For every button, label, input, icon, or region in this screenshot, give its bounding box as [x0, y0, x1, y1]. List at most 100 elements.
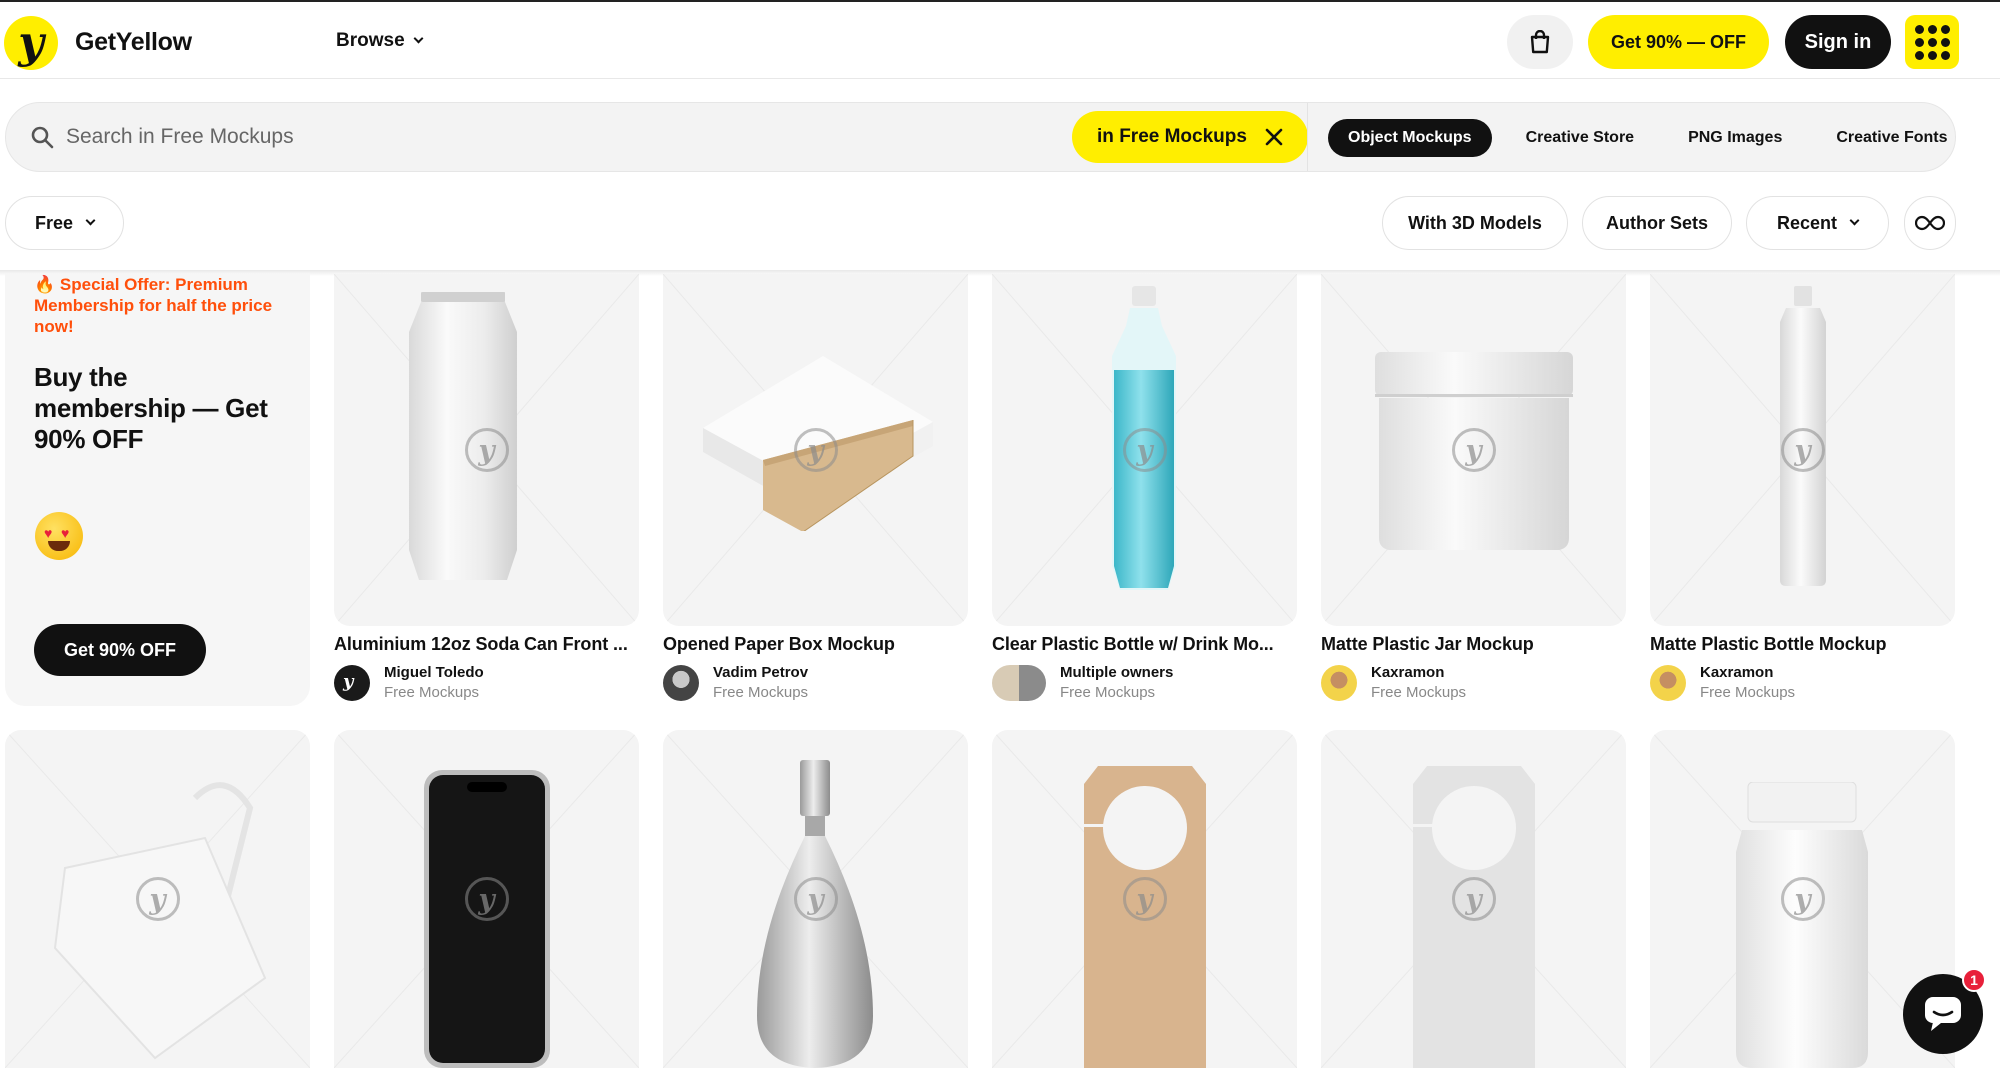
author-name[interactable]: Kaxramon [1371, 663, 1466, 683]
mockup-card[interactable]: y Matte Plastic Jar Mockup Kaxramon Free… [1321, 274, 1626, 703]
mockup-thumbnail[interactable]: y [1650, 274, 1955, 626]
mockup-card[interactable]: y Opened Paper Box Mockup Vadim Petrov F… [663, 274, 968, 703]
scope-label: in Free Mockups [1097, 126, 1247, 147]
price-filter-dropdown[interactable]: Free [5, 196, 124, 250]
mockup-title[interactable]: Aluminium 12oz Soda Can Front ... [334, 634, 639, 655]
watermark-icon: y [793, 428, 838, 472]
watermark-icon: y [464, 877, 509, 921]
mockup-card[interactable]: y [663, 730, 968, 1068]
browse-label: Browse [336, 30, 405, 51]
watermark-icon: y [1451, 428, 1496, 472]
brand-name[interactable]: GetYellow [75, 28, 192, 57]
sort-label: Recent [1776, 212, 1838, 233]
author-sets-filter[interactable]: Author Sets [1582, 196, 1732, 250]
watermark-icon: y [1122, 877, 1167, 921]
mockup-thumbnail[interactable]: y [663, 274, 968, 626]
mockup-card[interactable]: y [992, 730, 1297, 1068]
mockup-card[interactable]: y Aluminium 12oz Soda Can Front ... y Mi… [334, 274, 639, 703]
watermark-icon: y [1780, 877, 1825, 921]
author-name[interactable]: Kaxramon [1700, 663, 1795, 683]
price-filter-label: Free [34, 212, 74, 233]
author-source: Free Mockups [713, 684, 809, 701]
mockup-thumbnail[interactable]: y [992, 730, 1297, 1068]
author-info[interactable]: Multiple owners Free Mockups [992, 663, 1297, 703]
mockup-title[interactable]: Clear Plastic Bottle w/ Drink Mo... [992, 634, 1297, 655]
mockup-thumbnail[interactable]: y [5, 730, 310, 1068]
mockup-card[interactable]: y [5, 730, 310, 1068]
author-info[interactable]: Kaxramon Free Mockups [1650, 663, 1955, 703]
apps-menu-button[interactable] [1905, 15, 1959, 69]
fire-icon: 🔥 [34, 275, 56, 294]
author-avatar[interactable] [992, 665, 1046, 701]
mockup-thumbnail[interactable]: y [1321, 730, 1626, 1068]
mockup-title[interactable]: Matte Plastic Bottle Mockup [1650, 634, 1955, 655]
browse-menu[interactable]: Browse [336, 30, 424, 52]
mockup-thumbnail[interactable]: y [663, 730, 968, 1068]
tab-object-mockups[interactable]: Object Mockups [1328, 119, 1492, 157]
mockup-thumbnail[interactable]: y [992, 274, 1297, 626]
special-offer-label: Special Offer: Premium Membership for ha… [34, 275, 273, 336]
author-source: Free Mockups [1060, 684, 1156, 701]
divider [1307, 103, 1308, 171]
mockup-card[interactable]: y Matte Plastic Bottle Mockup Kaxramon F… [1650, 274, 1955, 703]
sign-in-button[interactable]: Sign in [1785, 15, 1891, 69]
mockup-thumbnail[interactable]: y [334, 730, 639, 1068]
watermark-icon: y [1122, 428, 1167, 472]
notification-badge: 1 [1962, 968, 1986, 992]
watermark-icon: y [1451, 877, 1496, 921]
search-icon [31, 126, 54, 149]
author-name[interactable]: Multiple owners [1060, 663, 1173, 683]
tab-png-images[interactable]: PNG Images [1668, 119, 1802, 157]
top-header: y GetYellow Browse Get 90% — OFF Sign in [0, 0, 2000, 79]
author-avatar[interactable] [663, 665, 699, 701]
promo-card: 🔥 Special Offer: Premium Membership for … [5, 274, 310, 706]
promo-headline: Buy the membership — Get 90% OFF [34, 362, 268, 454]
chevron-down-icon [85, 215, 96, 225]
heart-eyes-emoji-icon: ♥ ♥ [35, 512, 83, 560]
author-avatar[interactable] [1650, 665, 1686, 701]
mockup-card[interactable]: y [334, 730, 639, 1068]
cart-button[interactable] [1507, 15, 1573, 69]
search-input[interactable] [66, 117, 966, 157]
category-tabs: Object Mockups Creative Store PNG Images… [1328, 119, 1981, 157]
watermark-icon: y [464, 428, 509, 472]
pill-bottle-image [1734, 781, 1870, 1068]
mockup-title[interactable]: Matte Plastic Jar Mockup [1321, 634, 1626, 655]
shopping-bag-icon [1530, 30, 1550, 54]
chevron-down-icon [413, 33, 424, 43]
infinite-scroll-toggle[interactable] [1904, 196, 1956, 250]
mockup-card[interactable]: y Clear Plastic Bottle w/ Drink Mo... Mu… [992, 274, 1297, 703]
search-bar: in Free Mockups Object Mockups Creative … [5, 102, 1956, 172]
watermark-icon: y [1780, 428, 1825, 472]
special-offer-text: 🔥 Special Offer: Premium Membership for … [34, 274, 284, 337]
promo-get-discount-button[interactable]: Get 90% OFF [34, 624, 206, 676]
mockup-thumbnail[interactable]: y [1321, 274, 1626, 626]
get-discount-button[interactable]: Get 90% — OFF [1588, 15, 1769, 69]
author-info[interactable]: y Miguel Toledo Free Mockups [334, 663, 639, 703]
infinity-icon [1915, 215, 1945, 231]
with-3d-models-filter[interactable]: With 3D Models [1382, 196, 1568, 250]
chevron-down-icon [1849, 215, 1860, 225]
chat-bubble-icon [1925, 997, 1961, 1031]
logo-icon[interactable]: y [4, 16, 58, 70]
author-source: Free Mockups [1371, 684, 1467, 701]
author-name[interactable]: Miguel Toledo [384, 663, 484, 683]
watermark-icon: y [135, 877, 180, 921]
tab-creative-store[interactable]: Creative Store [1506, 119, 1655, 157]
author-source: Free Mockups [1700, 684, 1796, 701]
author-info[interactable]: Kaxramon Free Mockups [1321, 663, 1626, 703]
mockup-card[interactable]: y [1321, 730, 1626, 1068]
mockup-title[interactable]: Opened Paper Box Mockup [663, 634, 968, 655]
mockup-thumbnail[interactable]: y [334, 274, 639, 626]
author-avatar[interactable]: y [334, 665, 370, 701]
grid-dots-icon [1914, 24, 1924, 34]
author-source: Free Mockups [384, 684, 480, 701]
search-scope-chip[interactable]: in Free Mockups [1072, 111, 1308, 163]
author-info[interactable]: Vadim Petrov Free Mockups [663, 663, 968, 703]
close-icon[interactable] [1265, 128, 1283, 146]
sort-dropdown[interactable]: Recent [1746, 196, 1889, 250]
tab-creative-fonts[interactable]: Creative Fonts [1816, 119, 1967, 157]
author-avatar[interactable] [1321, 665, 1357, 701]
watermark-icon: y [793, 877, 838, 921]
author-name[interactable]: Vadim Petrov [713, 663, 808, 683]
